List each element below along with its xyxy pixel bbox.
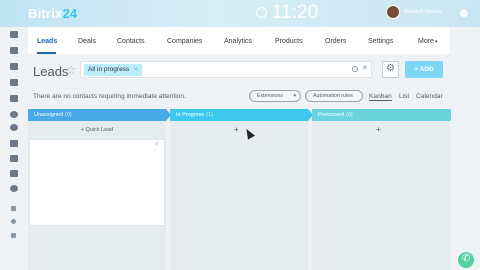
clear-icon[interactable]: ✕ — [362, 64, 368, 72]
view-list[interactable]: List — [399, 93, 409, 100]
extensions-button[interactable]: Extensions ▾ — [249, 90, 301, 102]
feed-icon[interactable] — [10, 31, 18, 38]
add-button[interactable]: + ADD — [405, 61, 443, 78]
column-header-processed[interactable]: Processed (0) — [312, 109, 455, 121]
drive-icon[interactable] — [10, 95, 18, 102]
filter-chip[interactable]: All in progress ✕ — [84, 64, 143, 76]
top-banner: Bitrix24 11:20 Stefan P. Graves — [0, 0, 480, 27]
tab-analytics[interactable]: Analytics — [224, 38, 252, 45]
view-kanban[interactable]: Kanban — [369, 93, 392, 101]
avatar[interactable] — [386, 5, 400, 19]
page-title: Leads — [33, 64, 69, 79]
column-body-in-progress — [170, 121, 308, 270]
store-icon[interactable] — [10, 155, 18, 162]
gear-icon: ⚙ — [386, 63, 395, 74]
quick-lead-card[interactable]: ✕ — [29, 139, 165, 226]
tab-contacts[interactable]: Contacts — [117, 38, 145, 45]
tab-leads[interactable]: Leads — [37, 38, 57, 45]
tasks-icon[interactable] — [10, 47, 18, 54]
logo[interactable]: Bitrix24 — [28, 6, 77, 21]
settings-icon[interactable] — [11, 219, 16, 224]
search-icon[interactable] — [352, 66, 358, 72]
tab-more[interactable]: More▾ — [418, 38, 437, 45]
filter-icon[interactable] — [10, 140, 18, 147]
chip-close-icon[interactable]: ✕ — [133, 67, 138, 73]
chat-icon[interactable] — [10, 63, 18, 70]
add-card-processed-icon[interactable]: + — [376, 125, 381, 134]
chevron-down-icon: ▾ — [293, 93, 296, 99]
right-side-strip — [451, 27, 480, 270]
clock[interactable]: 11:20 — [272, 2, 318, 24]
open-chat-button[interactable]: ✆ — [458, 252, 474, 268]
quick-lead-button[interactable]: + Quick Lead — [28, 124, 166, 136]
sites-icon[interactable] — [11, 206, 16, 211]
active-tab-underline — [37, 52, 56, 54]
settings-button[interactable]: ⚙ — [382, 61, 399, 78]
crm-icon[interactable] — [10, 111, 18, 118]
filter-search-box[interactable]: All in progress ✕ ✕ — [80, 61, 372, 78]
left-icon-rail — [0, 0, 28, 270]
notifications-icon[interactable] — [460, 9, 468, 17]
chevron-down-icon: ▾ — [434, 39, 438, 45]
star-icon[interactable]: ☆ — [66, 63, 77, 77]
info-text: There are no contacts requiring immediat… — [33, 93, 186, 100]
column-body-processed — [312, 121, 450, 270]
tab-products[interactable]: Products — [275, 38, 303, 45]
tab-settings[interactable]: Settings — [368, 38, 393, 45]
view-calendar[interactable]: Calendar — [416, 93, 443, 100]
contact-center-icon[interactable] — [10, 170, 18, 177]
add-card-in-progress-icon[interactable]: + — [234, 125, 239, 134]
tab-companies[interactable]: Companies — [167, 38, 202, 45]
clock-icon — [256, 7, 267, 18]
crm-nav: Leads Deals Contacts Companies Analytics… — [28, 27, 450, 54]
time-icon[interactable] — [10, 124, 18, 131]
automation-icon[interactable] — [10, 185, 18, 192]
column-header-unassigned[interactable]: Unassigned (0) — [28, 109, 171, 121]
tab-orders[interactable]: Orders — [325, 38, 346, 45]
column-header-in-progress[interactable]: In Progress (1) — [170, 109, 313, 121]
calendar-icon[interactable] — [10, 79, 18, 86]
automation-rules-button[interactable]: Automation rules — [305, 90, 363, 102]
tab-deals[interactable]: Deals — [78, 38, 96, 45]
user-name[interactable]: Stefan P. Graves — [404, 9, 441, 15]
close-icon[interactable]: ✕ — [154, 141, 159, 148]
add-menu-icon[interactable] — [11, 233, 16, 238]
phone-icon: ✆ — [462, 253, 471, 264]
